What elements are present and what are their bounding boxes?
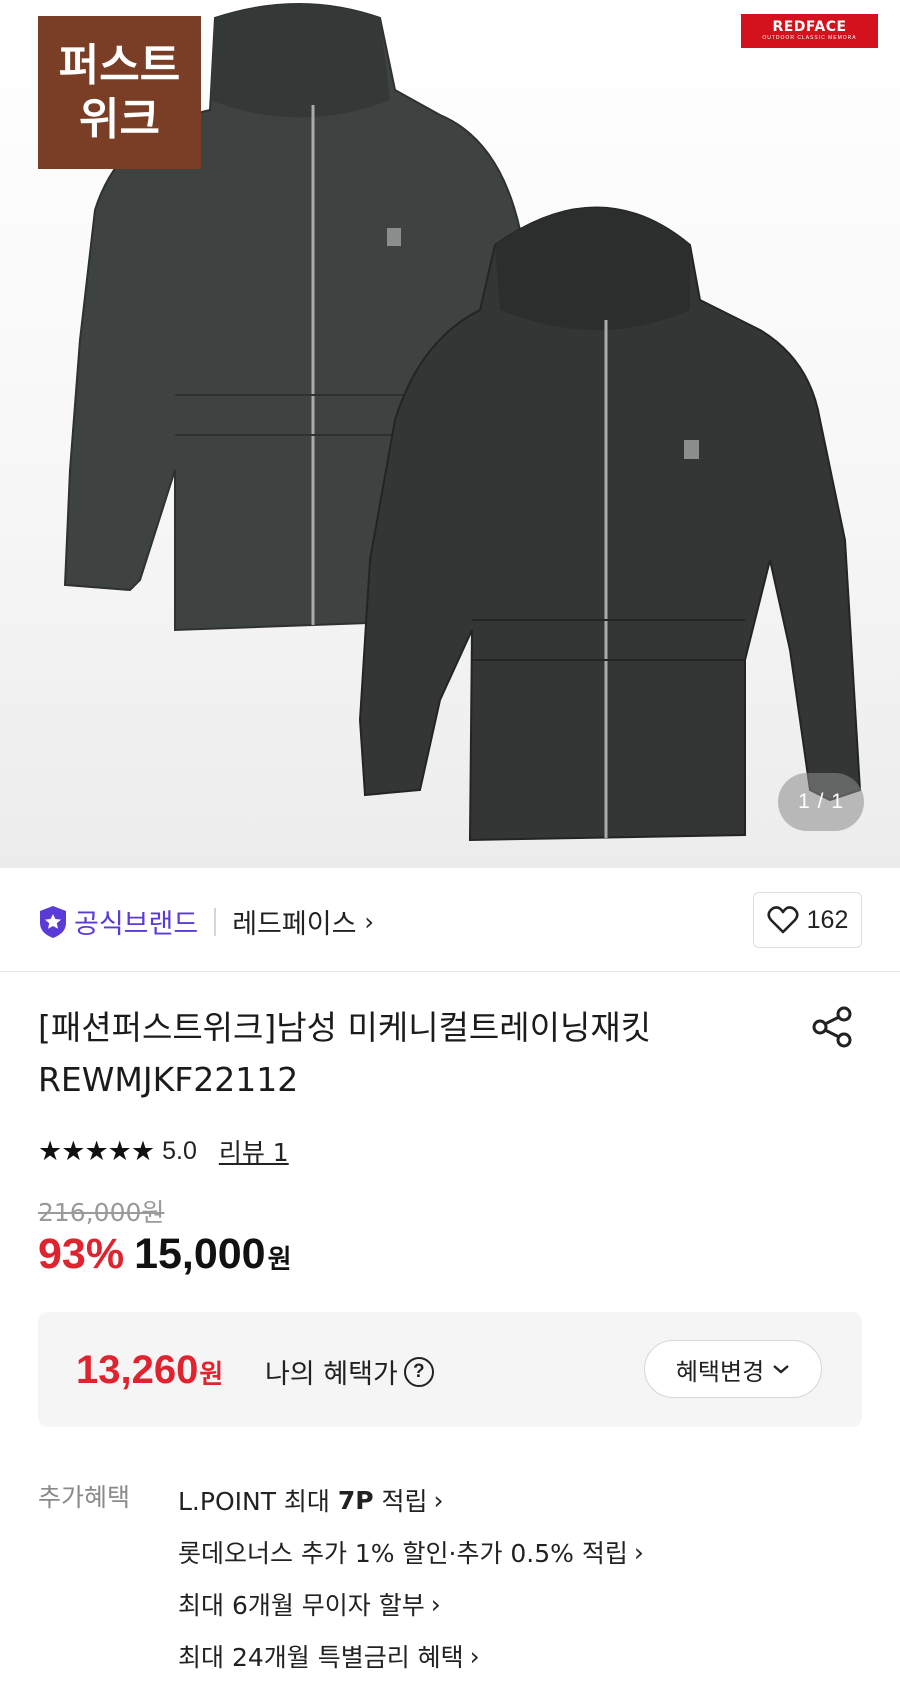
star-icon: ★ <box>38 1135 62 1166</box>
like-count: 162 <box>806 905 849 934</box>
review-link[interactable]: 리뷰 1 <box>219 1133 289 1169</box>
extra-benefit-lpoint[interactable]: L.POINT 최대 7P 적립 › <box>178 1474 644 1526</box>
help-icon[interactable]: ? <box>403 1356 434 1387</box>
chevron-right-icon: › <box>364 907 375 936</box>
discount-rate: 93% <box>38 1230 125 1278</box>
promo-badge: 퍼스트 위크 <box>38 16 201 169</box>
image-page-indicator: 1 / 1 <box>778 773 864 831</box>
rating-row: ★ ★ ★ ★ ★ 5.0 리뷰 1 <box>38 1133 289 1169</box>
change-benefit-label: 혜택변경 <box>675 1357 765 1386</box>
brand-row: 공식브랜드 레드페이스 › 162 <box>0 868 900 972</box>
brand-logo-tagline: OUTDOOR CLASSIC MEMORA <box>762 35 857 41</box>
chevron-right-icon: › <box>469 1641 480 1671</box>
brand-store-link[interactable]: 레드페이스 › <box>232 902 374 941</box>
extra-benefits-list: L.POINT 최대 7P 적립 › 롯데오너스 추가 1% 할인·추가 0.5%… <box>178 1474 644 1682</box>
product-title: [패션퍼스트위크]남성 미케니컬트레이닝재킷 REWMJKF22112 <box>38 1008 652 1099</box>
share-icon[interactable] <box>810 1005 854 1049</box>
brand-logo-name: REDFACE <box>772 19 847 35</box>
official-badge-icon <box>40 905 66 938</box>
sale-price: 15,000 <box>134 1230 266 1278</box>
extra-benefit-installment[interactable]: 최대 6개월 무이자 할부 › <box>178 1578 644 1630</box>
change-benefit-button[interactable]: 혜택변경 <box>644 1340 822 1398</box>
chevron-down-icon <box>773 1365 789 1374</box>
benefit-label-text: 나의 혜택가 <box>265 1359 398 1390</box>
chevron-right-icon: › <box>430 1589 441 1619</box>
star-icon: ★ <box>130 1135 155 1166</box>
extra-benefit-highlight: 7P <box>337 1485 374 1515</box>
benefit-label: 나의 혜택가 ? <box>265 1352 434 1391</box>
benefit-amount: 13,260 <box>76 1348 199 1392</box>
benefit-unit: 원 <box>199 1360 224 1390</box>
benefit-price: 13,260 원 <box>76 1348 223 1393</box>
extra-benefit-special-rate[interactable]: 최대 24개월 특별금리 혜택 › <box>178 1630 644 1682</box>
price-row: 93% 15,000 원 <box>38 1230 292 1279</box>
extra-benefit-lotte-owners[interactable]: 롯데오너스 추가 1% 할인·추가 0.5% 적립 › <box>178 1526 644 1578</box>
star-icon: ★ <box>61 1135 85 1166</box>
extra-benefit-text: 최대 6개월 무이자 할부 <box>178 1591 425 1620</box>
brand-divider <box>214 907 217 936</box>
chevron-right-icon: › <box>633 1537 644 1567</box>
extra-benefit-text: 최대 24개월 특별금리 혜택 <box>178 1643 464 1672</box>
official-brand-label: 공식브랜드 <box>74 909 199 940</box>
extra-benefit-text: 롯데오너스 추가 1% 할인·추가 0.5% 적립 <box>178 1539 628 1568</box>
extra-benefits-label: 추가혜택 <box>38 1483 131 1512</box>
sale-price-unit: 원 <box>267 1245 292 1275</box>
star-icon: ★ <box>84 1135 108 1166</box>
star-icon: ★ <box>107 1135 132 1166</box>
brand-logo: REDFACE OUTDOOR CLASSIC MEMORA <box>741 14 878 48</box>
chevron-right-icon: › <box>433 1485 444 1515</box>
product-image-area[interactable]: 퍼스트 위크 REDFACE OUTDOOR CLASSIC MEMORA 1 … <box>0 0 900 868</box>
like-button[interactable]: 162 <box>753 892 862 948</box>
brand-name: 레드페이스 <box>232 909 357 940</box>
rating-score: 5.0 <box>162 1136 197 1165</box>
extra-benefit-text: 적립 <box>373 1487 428 1516</box>
original-price: 216,000원 <box>38 1198 165 1227</box>
extra-benefit-text: L.POINT 최대 <box>178 1487 338 1516</box>
heart-icon <box>767 906 799 934</box>
brand-info: 공식브랜드 레드페이스 › <box>38 902 374 941</box>
star-rating: ★ ★ ★ ★ ★ <box>38 1135 155 1167</box>
benefit-price-box: 13,260 원 나의 혜택가 ? 혜택변경 <box>38 1312 862 1427</box>
